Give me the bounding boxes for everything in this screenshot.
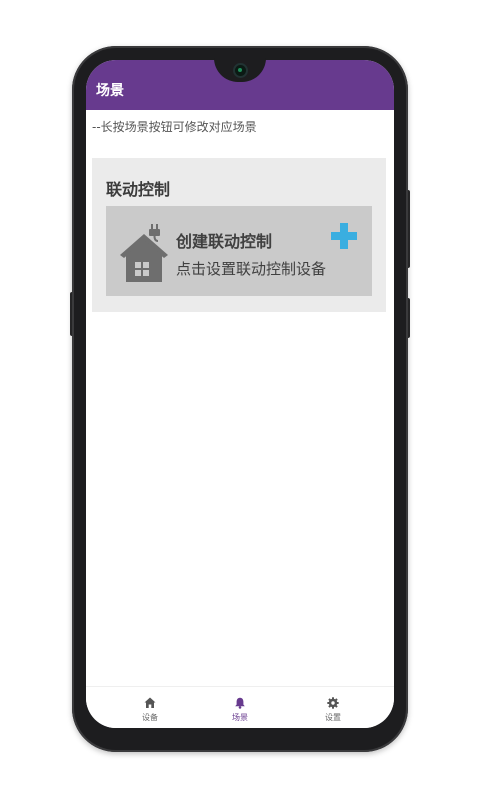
- bell-icon: [235, 697, 245, 709]
- nav-item-scenes[interactable]: 场景: [210, 697, 270, 725]
- nav-label: 设置: [325, 713, 341, 722]
- gear-icon: [327, 697, 339, 709]
- front-camera: [235, 65, 246, 76]
- card-title: 创建联动控制: [176, 232, 273, 251]
- app-screen: 场景 --长按场景按钮可修改对应场景 联动控制 创建联动控制 点击设置联动控制设…: [86, 60, 394, 728]
- hint-text: --长按场景按钮可修改对应场景: [92, 120, 257, 134]
- section-title: 联动控制: [106, 180, 171, 199]
- nav-item-settings[interactable]: 设置: [303, 697, 363, 725]
- plus-icon[interactable]: [330, 222, 358, 250]
- create-linkage-card[interactable]: 创建联动控制 点击设置联动控制设备: [106, 206, 372, 296]
- page-title: 场景: [96, 83, 124, 99]
- nav-item-devices[interactable]: 设备: [120, 697, 180, 725]
- nav-label: 场景: [232, 713, 248, 722]
- device-mockup: 场景 --长按场景按钮可修改对应场景 联动控制 创建联动控制 点击设置联动控制设…: [0, 0, 480, 800]
- bottom-navigation: 设备 场景 设置: [86, 686, 394, 728]
- card-subtitle: 点击设置联动控制设备: [176, 260, 327, 278]
- linkage-section: 联动控制 创建联动控制 点击设置联动控制设备: [92, 158, 386, 312]
- nav-label: 设备: [142, 713, 158, 722]
- smart-home-icon: [120, 224, 168, 282]
- home-icon: [144, 697, 156, 708]
